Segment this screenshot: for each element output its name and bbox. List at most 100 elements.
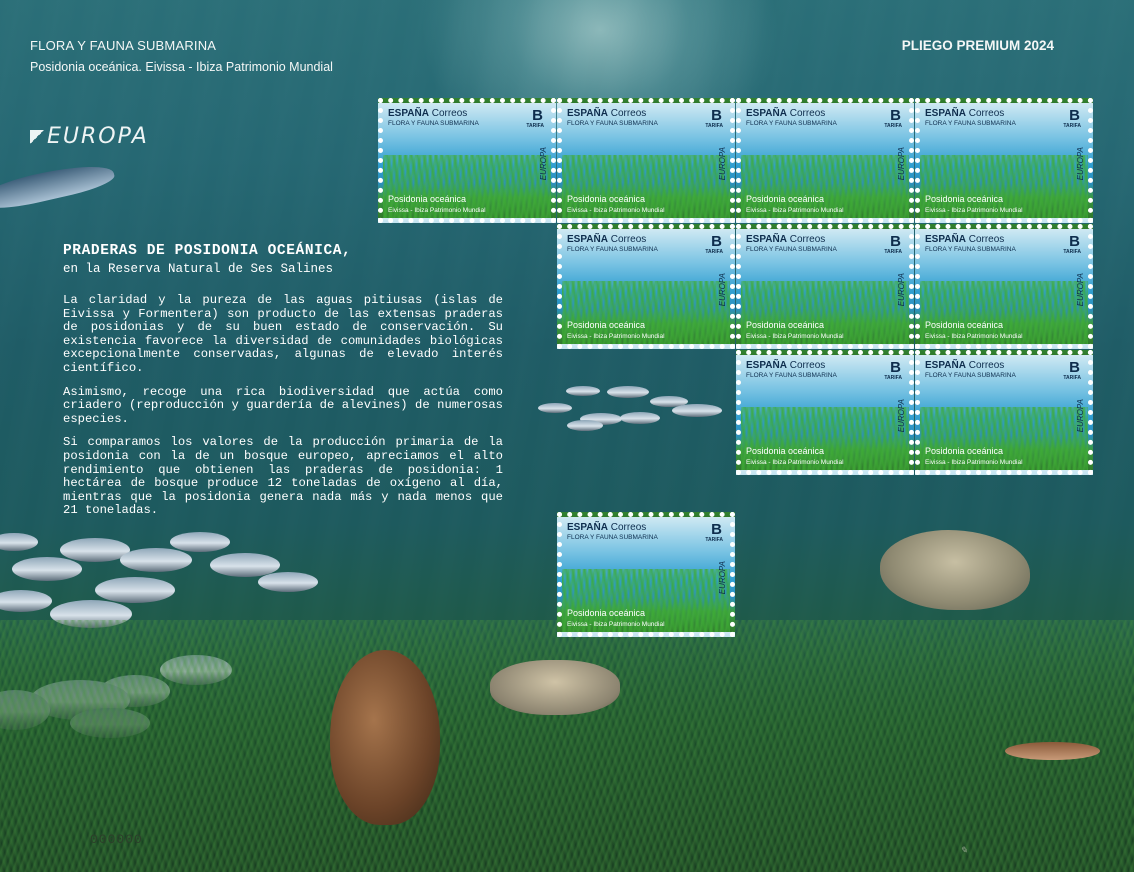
stamp-europa: EUROPA bbox=[1076, 273, 1085, 307]
stamp-name: Posidonia oceánica bbox=[925, 446, 1004, 456]
artist-signature: ✎ bbox=[960, 846, 968, 856]
seagrass-meadow bbox=[0, 620, 1134, 872]
stamp-europa: EUROPA bbox=[897, 273, 906, 307]
serial-number: 000000 bbox=[90, 832, 143, 847]
stamp-country: ESPAÑA Correos bbox=[925, 234, 1005, 245]
stamp-country: ESPAÑA Correos bbox=[388, 108, 468, 119]
paragraph-1: La claridad y la pureza de las aguas pit… bbox=[63, 293, 503, 375]
stamp-place: Eivissa - Ibiza Patrimonio Mundial bbox=[746, 333, 844, 340]
fish-illustration bbox=[95, 577, 175, 603]
stamp-series: FLORA Y FAUNA SUBMARINA bbox=[567, 120, 658, 127]
stamp-rate: B bbox=[711, 233, 722, 250]
stamp-series: FLORA Y FAUNA SUBMARINA bbox=[925, 246, 1016, 253]
stamp-place: Eivissa - Ibiza Patrimonio Mundial bbox=[746, 207, 844, 214]
stamp-europa: EUROPA bbox=[897, 399, 906, 433]
stamp-rate-label: TARIFA bbox=[705, 249, 723, 255]
stamp-rate-label: TARIFA bbox=[526, 123, 544, 129]
stamp-name: Posidonia oceánica bbox=[567, 320, 646, 330]
stamp-europa: EUROPA bbox=[539, 147, 548, 181]
fish-illustration bbox=[566, 386, 600, 396]
stamp-country: ESPAÑA Correos bbox=[567, 234, 647, 245]
fish-illustration bbox=[258, 572, 318, 592]
stamp-name: Posidonia oceánica bbox=[746, 320, 825, 330]
stamp-europa: EUROPA bbox=[897, 147, 906, 181]
stamp-name: Posidonia oceánica bbox=[388, 194, 467, 204]
stamp-place: Eivissa - Ibiza Patrimonio Mundial bbox=[925, 207, 1023, 214]
stamp-name: Posidonia oceánica bbox=[746, 194, 825, 204]
fish-illustration bbox=[567, 420, 603, 431]
europa-logo-text: EUROPA bbox=[47, 124, 149, 149]
pen-shell-illustration bbox=[330, 650, 440, 825]
stamp-rate-label: TARIFA bbox=[1063, 123, 1081, 129]
stamp-sheet: FLORA Y FAUNA SUBMARINA Posidonia oceáni… bbox=[0, 0, 1134, 872]
stamp-place: Eivissa - Ibiza Patrimonio Mundial bbox=[567, 333, 665, 340]
stamp-name: Posidonia oceánica bbox=[925, 194, 1004, 204]
stamp-rate: B bbox=[890, 107, 901, 124]
stamp-rate-label: TARIFA bbox=[1063, 375, 1081, 381]
stamp-rate: B bbox=[1069, 233, 1080, 250]
stamp-rate-label: TARIFA bbox=[1063, 249, 1081, 255]
fish-illustration bbox=[120, 548, 192, 572]
stamp-place: Eivissa - Ibiza Patrimonio Mundial bbox=[567, 621, 665, 628]
stamp-rate: B bbox=[711, 107, 722, 124]
stamp-europa: EUROPA bbox=[1076, 147, 1085, 181]
stamp-place: Eivissa - Ibiza Patrimonio Mundial bbox=[925, 459, 1023, 466]
stamp-series: FLORA Y FAUNA SUBMARINA bbox=[925, 120, 1016, 127]
stamp-europa: EUROPA bbox=[1076, 399, 1085, 433]
stamp-series: FLORA Y FAUNA SUBMARINA bbox=[925, 372, 1016, 379]
europa-flag-icon bbox=[30, 130, 44, 144]
stamp-rate-label: TARIFA bbox=[705, 537, 723, 543]
stamp-rate-label: TARIFA bbox=[884, 375, 902, 381]
sheet-subtitle: Posidonia oceánica. Eivissa - Ibiza Patr… bbox=[30, 60, 333, 74]
stamp-country: ESPAÑA Correos bbox=[746, 360, 826, 371]
stamp: ESPAÑA Correos FLORA Y FAUNA SUBMARINA B TA… bbox=[915, 98, 1093, 223]
stamp: ESPAÑA Correos FLORA Y FAUNA SUBMARINA B TA… bbox=[557, 224, 735, 349]
fish-illustration bbox=[12, 557, 82, 581]
stamp-rate-label: TARIFA bbox=[884, 123, 902, 129]
stamp-name: Posidonia oceánica bbox=[567, 194, 646, 204]
stamp-rate: B bbox=[1069, 107, 1080, 124]
stamp-country: ESPAÑA Correos bbox=[746, 234, 826, 245]
stamp-series: FLORA Y FAUNA SUBMARINA bbox=[746, 246, 837, 253]
sheet-edition: PLIEGO PREMIUM 2024 bbox=[901, 38, 1054, 53]
fish-illustration bbox=[538, 403, 572, 413]
stamp-place: Eivissa - Ibiza Patrimonio Mundial bbox=[925, 333, 1023, 340]
stamp-series: FLORA Y FAUNA SUBMARINA bbox=[567, 246, 658, 253]
stamp-rate-label: TARIFA bbox=[705, 123, 723, 129]
stamp: ESPAÑA Correos FLORA Y FAUNA SUBMARINA B TA… bbox=[736, 224, 914, 349]
stamp-series: FLORA Y FAUNA SUBMARINA bbox=[388, 120, 479, 127]
paragraph-3: Si comparamos los valores de la producci… bbox=[63, 435, 503, 518]
text-subheading: en la Reserva Natural de Ses Salines bbox=[63, 262, 334, 276]
fish-illustration bbox=[1005, 742, 1100, 760]
stamp-rate: B bbox=[890, 233, 901, 250]
rock-illustration bbox=[490, 660, 620, 715]
stamp-series: FLORA Y FAUNA SUBMARINA bbox=[567, 534, 658, 541]
stamp-rate: B bbox=[711, 521, 722, 538]
fish-illustration bbox=[170, 532, 230, 552]
stamp-country: ESPAÑA Correos bbox=[567, 108, 647, 119]
stamp-rate: B bbox=[532, 107, 543, 124]
stamp: ESPAÑA Correos FLORA Y FAUNA SUBMARINA B TA… bbox=[915, 350, 1093, 475]
stamp-rate-label: TARIFA bbox=[884, 249, 902, 255]
stamp: ESPAÑA Correos FLORA Y FAUNA SUBMARINA B TA… bbox=[736, 98, 914, 223]
stamp-series: FLORA Y FAUNA SUBMARINA bbox=[746, 372, 837, 379]
stamp-rate: B bbox=[1069, 359, 1080, 376]
stamp-name: Posidonia oceánica bbox=[567, 608, 646, 618]
fish-illustration bbox=[607, 386, 649, 398]
stamp-country: ESPAÑA Correos bbox=[925, 108, 1005, 119]
stamp-country: ESPAÑA Correos bbox=[567, 522, 647, 533]
stamp: ESPAÑA Correos FLORA Y FAUNA SUBMARINA B TA… bbox=[915, 224, 1093, 349]
stamp-rate: B bbox=[890, 359, 901, 376]
stamp-place: Eivissa - Ibiza Patrimonio Mundial bbox=[388, 207, 486, 214]
text-heading: PRADERAS DE POSIDONIA OCEÁNICA, bbox=[63, 243, 352, 259]
stamp: ESPAÑA Correos FLORA Y FAUNA SUBMARINA B TA… bbox=[557, 98, 735, 223]
stamp: ESPAÑA Correos FLORA Y FAUNA SUBMARINA B TA… bbox=[557, 512, 735, 637]
fish-illustration bbox=[672, 404, 722, 417]
fish-illustration bbox=[620, 412, 660, 424]
stamp-country: ESPAÑA Correos bbox=[746, 108, 826, 119]
stamp: ESPAÑA Correos FLORA Y FAUNA SUBMARINA B TA… bbox=[736, 350, 914, 475]
stamp-country: ESPAÑA Correos bbox=[925, 360, 1005, 371]
stamp-place: Eivissa - Ibiza Patrimonio Mundial bbox=[746, 459, 844, 466]
stamp-name: Posidonia oceánica bbox=[925, 320, 1004, 330]
stamp: ESPAÑA Correos FLORA Y FAUNA SUBMARINA B TA… bbox=[378, 98, 556, 223]
